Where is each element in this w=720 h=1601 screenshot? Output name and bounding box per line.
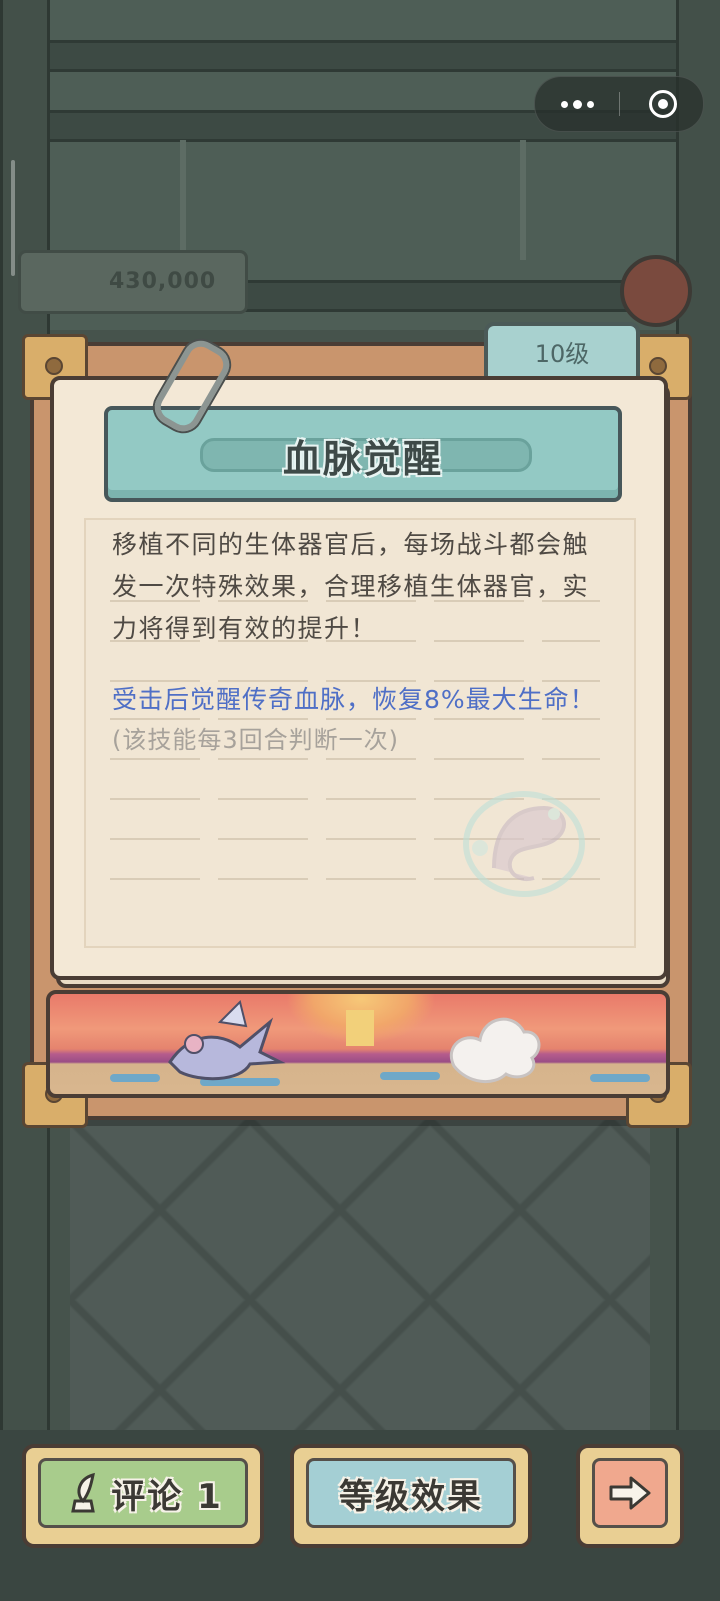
capsule-divider bbox=[619, 92, 620, 116]
background-red-button bbox=[620, 255, 692, 327]
background-score-plate: 430,000 bbox=[18, 250, 248, 314]
level-tab: 10级 bbox=[484, 322, 640, 382]
next-button-face bbox=[592, 1458, 668, 1528]
scroll-indicator bbox=[11, 160, 15, 276]
skill-effect-text: 受击后觉醒传奇血脉，恢复8%最大生命！ bbox=[112, 685, 596, 714]
dragon-sprite-icon bbox=[168, 1000, 286, 1081]
miniprogram-capsule bbox=[534, 76, 704, 132]
scene-puddle bbox=[590, 1074, 650, 1082]
background-pipe bbox=[520, 140, 526, 260]
scene-puddle bbox=[380, 1072, 440, 1080]
level-effect-button-face: 等级效果 bbox=[306, 1458, 516, 1528]
quill-pen-icon bbox=[71, 1472, 96, 1513]
arrow-right-icon bbox=[609, 1476, 651, 1510]
next-button[interactable] bbox=[576, 1444, 684, 1548]
dragon-emblem-icon bbox=[463, 791, 585, 897]
scene-light-pillar bbox=[346, 1010, 374, 1046]
level-label: 10级 bbox=[534, 340, 590, 368]
comment-button-face: 评论 1 bbox=[38, 1458, 248, 1528]
background-floor bbox=[70, 1120, 650, 1450]
smoke-cloud-icon bbox=[449, 1017, 541, 1084]
level-effect-button-label: 等级效果 bbox=[339, 1476, 483, 1517]
skill-scene-illustration bbox=[46, 990, 670, 1098]
skill-title: 血脉觉醒 bbox=[282, 437, 443, 481]
background-beam bbox=[0, 40, 720, 72]
background-pipe bbox=[180, 140, 186, 260]
more-dots-icon[interactable] bbox=[535, 77, 619, 131]
level-effect-button[interactable]: 等级效果 bbox=[290, 1444, 532, 1548]
comment-button-label: 评论 1 bbox=[111, 1476, 223, 1517]
skill-description: 移植不同的生体器官后，每场战斗都会触发一次特殊效果，合理移植生体器官，实力将得到… bbox=[112, 530, 590, 643]
comment-button[interactable]: 评论 1 bbox=[22, 1444, 264, 1548]
skill-cooldown-note: (该技能每3回合判断一次) bbox=[112, 726, 399, 754]
background-score-text: 430,000 bbox=[109, 269, 217, 294]
target-circle-icon[interactable] bbox=[649, 90, 677, 118]
